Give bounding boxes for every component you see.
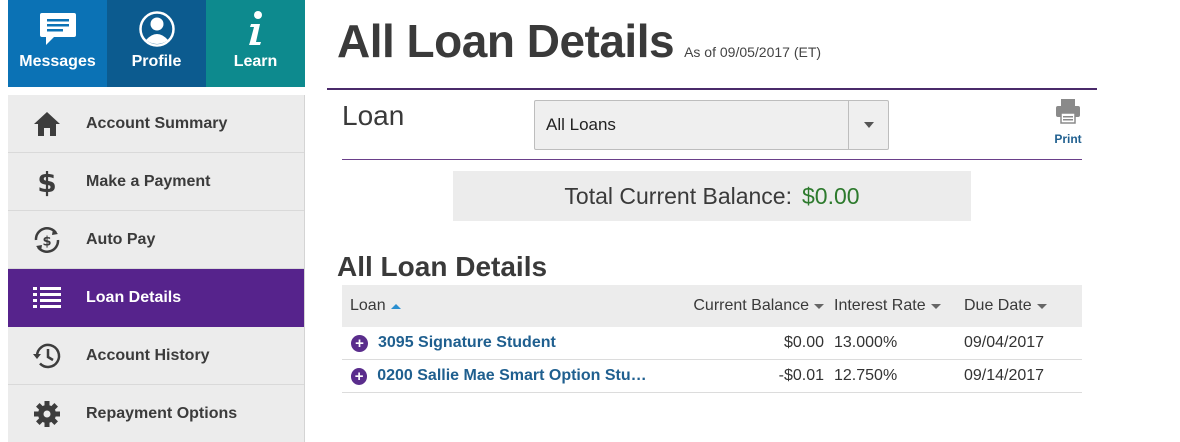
- profile-label: Profile: [131, 53, 182, 70]
- column-header-interest-rate[interactable]: Interest Rate: [824, 297, 954, 315]
- messages-label: Messages: [19, 53, 96, 70]
- sort-icon: [1036, 303, 1047, 309]
- loan-details-table: Loan Current Balance Interest Rate Due D…: [342, 285, 1082, 393]
- home-icon: [8, 110, 86, 138]
- learn-label: Learn: [233, 53, 278, 70]
- list-icon: [8, 285, 86, 311]
- column-header-label: Interest Rate: [834, 297, 926, 314]
- filter-divider: [342, 159, 1082, 160]
- loan-link[interactable]: 3095 Signature Student: [378, 334, 556, 352]
- quick-links: Messages Profile Learn: [8, 0, 305, 87]
- as-of-date: As of 09/05/2017 (ET): [684, 44, 822, 60]
- table-row: + 0200 Sallie Mae Smart Option Stude… -$…: [342, 360, 1082, 393]
- cell-current-balance: -$0.01: [778, 367, 824, 384]
- print-button[interactable]: Print: [1050, 98, 1086, 146]
- cell-interest-rate: 12.750%: [834, 367, 898, 384]
- printer-icon: [1055, 98, 1081, 129]
- column-header-label: Current Balance: [693, 297, 809, 314]
- loan-link[interactable]: 0200 Sallie Mae Smart Option Stude…: [377, 367, 652, 385]
- sidebar-item-label: Account Summary: [86, 114, 228, 132]
- dollar-icon: $: [8, 166, 86, 198]
- loan-select[interactable]: All Loans: [534, 100, 889, 150]
- sidebar-nav: Account Summary $ Make a Payment $ Auto …: [8, 95, 305, 442]
- messages-tile[interactable]: Messages: [8, 0, 107, 87]
- cell-due-date: 09/14/2017: [964, 367, 1045, 384]
- sort-icon: [930, 303, 941, 309]
- cell-loan: + 0200 Sallie Mae Smart Option Stude…: [342, 367, 652, 385]
- sidebar-item-account-summary[interactable]: Account Summary: [8, 95, 304, 153]
- print-label: Print: [1054, 132, 1082, 146]
- expand-plus-icon[interactable]: +: [351, 367, 368, 385]
- clock-history-icon: [8, 341, 86, 371]
- sidebar-item-account-history[interactable]: Account History: [8, 327, 304, 385]
- profile-tile[interactable]: Profile: [107, 0, 206, 87]
- total-balance-box: Total Current Balance: $0.00: [453, 171, 971, 221]
- table-header: Loan Current Balance Interest Rate Due D…: [342, 285, 1082, 327]
- column-header-current-balance[interactable]: Current Balance: [652, 297, 824, 315]
- column-header-loan[interactable]: Loan: [342, 297, 652, 315]
- sidebar-item-loan-details[interactable]: Loan Details: [8, 269, 304, 327]
- total-balance-label: Total Current Balance:: [564, 182, 792, 209]
- column-header-label: Due Date: [964, 297, 1032, 314]
- column-header-due-date[interactable]: Due Date: [954, 297, 1082, 315]
- learn-tile[interactable]: Learn: [206, 0, 305, 87]
- svg-text:$: $: [42, 234, 51, 249]
- header-divider: [327, 88, 1097, 90]
- sort-ascending-icon: [390, 303, 401, 309]
- loan-filter-label: Loan: [342, 100, 405, 131]
- user-circle-icon: [138, 10, 176, 48]
- loan-select-value: All Loans: [546, 115, 616, 134]
- column-header-label: Loan: [350, 297, 386, 314]
- cell-loan: + 3095 Signature Student: [342, 334, 652, 352]
- total-balance-value: $0.00: [802, 182, 860, 209]
- cell-due-date: 09/04/2017: [964, 334, 1045, 351]
- sidebar-item-label: Repayment Options: [86, 404, 238, 422]
- recurring-dollar-icon: $: [8, 225, 86, 255]
- expand-plus-icon[interactable]: +: [351, 334, 368, 352]
- table-row: + 3095 Signature Student $0.00 13.000% 0…: [342, 327, 1082, 360]
- gear-icon: [8, 399, 86, 429]
- chevron-down-icon[interactable]: [848, 101, 888, 149]
- sidebar-item-label: Loan Details: [86, 288, 182, 306]
- chat-bubble-icon: [39, 10, 77, 48]
- cell-current-balance: $0.00: [783, 334, 824, 351]
- svg-text:$: $: [37, 166, 56, 198]
- section-title: All Loan Details: [337, 251, 548, 282]
- sidebar-item-make-payment[interactable]: $ Make a Payment: [8, 153, 304, 211]
- sidebar-item-label: Account History: [86, 346, 210, 364]
- cell-interest-rate: 13.000%: [834, 334, 898, 351]
- sidebar-item-label: Make a Payment: [86, 172, 211, 190]
- page-header: All Loan Details As of 09/05/2017 (ET): [337, 14, 821, 68]
- page-title: All Loan Details: [337, 15, 675, 67]
- info-icon: [246, 10, 266, 48]
- sidebar-item-repayment-options[interactable]: Repayment Options: [8, 385, 304, 442]
- sort-icon: [814, 303, 824, 309]
- sidebar-item-label: Auto Pay: [86, 230, 156, 248]
- sidebar-item-auto-pay[interactable]: $ Auto Pay: [8, 211, 304, 269]
